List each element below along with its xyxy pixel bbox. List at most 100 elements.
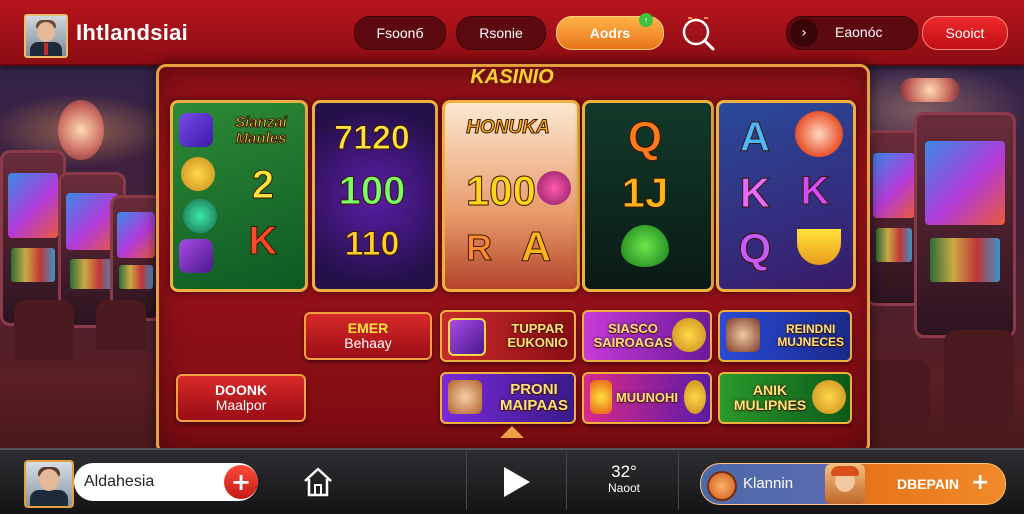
button-line: EMER xyxy=(347,319,389,336)
gem-icon xyxy=(179,113,213,147)
slot-game-card[interactable]: Q 1J xyxy=(582,100,714,292)
play-icon xyxy=(504,467,530,497)
user-avatar[interactable] xyxy=(24,460,74,508)
play-button[interactable] xyxy=(496,462,536,502)
slot-symbol: K xyxy=(800,169,830,214)
panel-title: KASINIO xyxy=(470,66,554,88)
slot-symbol: A xyxy=(520,223,552,271)
tile-text: MUUNOHI xyxy=(615,390,679,406)
star-icon xyxy=(590,380,612,414)
game-tile[interactable]: MUUNOHI xyxy=(582,372,712,424)
home-icon xyxy=(304,467,332,497)
coin-icon xyxy=(684,380,706,414)
slot-symbol: R xyxy=(466,227,493,269)
slot-symbol: 7120 xyxy=(334,119,411,158)
chevron-right-icon: › xyxy=(790,19,818,47)
coin-icon xyxy=(707,471,737,501)
gem-icon xyxy=(179,239,213,273)
coin-icon xyxy=(181,157,215,191)
nav-label: Fsoonб xyxy=(376,25,424,41)
character-avatar xyxy=(825,464,865,504)
game-tile[interactable]: ANIK MULIPNES xyxy=(718,372,852,424)
forward-button[interactable]: › Eaonóc xyxy=(786,16,918,50)
slot-game-card[interactable]: HONUKA 100 R A xyxy=(442,100,580,292)
forward-label: Eaonóc xyxy=(835,24,883,40)
coin-icon xyxy=(672,318,706,352)
slot-symbol: K xyxy=(248,219,278,264)
nav-button-1[interactable]: Fsoonб xyxy=(354,16,446,50)
deposit-label: DBEPAIN xyxy=(897,476,959,492)
leaf-icon xyxy=(621,225,669,267)
slot-symbol: 110 xyxy=(344,225,400,264)
panel-pointer xyxy=(500,426,524,438)
deposit-user: Klannin xyxy=(743,475,794,492)
plus-icon: + xyxy=(971,470,990,495)
slot-symbol: 1J xyxy=(621,169,669,217)
temperature-value: 32° xyxy=(611,462,637,481)
search-icon xyxy=(682,17,715,51)
character-icon xyxy=(726,318,760,352)
stool-decoration xyxy=(96,300,146,350)
divider xyxy=(678,452,679,510)
slot-game-card[interactable]: A K K Q xyxy=(716,100,856,292)
button-line: Maalpor xyxy=(215,397,267,413)
slot-symbol: Q xyxy=(738,225,772,273)
tile-text: ANIK MULIPNES xyxy=(733,382,807,413)
slot-machine-decoration xyxy=(914,112,1016,338)
tile-text: PRONI MAIPAAS xyxy=(499,381,568,414)
logo-avatar xyxy=(24,14,68,58)
temperature-display: 32° Naoot xyxy=(602,462,646,495)
slot-title: HONUKA xyxy=(466,117,550,139)
banana-icon xyxy=(797,229,841,265)
slot-symbol: 100 xyxy=(465,167,537,215)
game-tile[interactable]: SIASCO SAIROAGAS xyxy=(582,310,712,362)
star-icon xyxy=(537,171,571,205)
game-tile[interactable]: PRONI MAIPAAS xyxy=(440,372,576,424)
slot-symbol: K xyxy=(739,169,771,217)
slot-game-card[interactable]: 7120 100 110 xyxy=(312,100,438,292)
tile-text: TUPPAR EUKONIO xyxy=(507,321,568,350)
jester-icon xyxy=(795,111,843,157)
gem-icon xyxy=(448,318,486,356)
action-button-2[interactable]: DOONK Maalpor xyxy=(176,374,306,422)
bottom-bar: Aldahesia + 32° Naoot Klannin DBEPAIN + xyxy=(0,448,1024,514)
search-button[interactable] xyxy=(676,14,720,54)
slot-symbol: A xyxy=(739,113,771,161)
temperature-label: Naoot xyxy=(607,480,641,495)
nav-button-2[interactable]: Rsonie xyxy=(456,16,546,50)
brand-title: Ihtlandsiai xyxy=(76,20,189,45)
button-line: Behaay xyxy=(344,335,392,351)
lamp-decoration xyxy=(58,100,104,160)
username-text: Aldahesia xyxy=(84,473,155,490)
divider xyxy=(566,452,567,510)
plus-icon: + xyxy=(230,468,252,496)
nav-button-3[interactable]: Aodrs ↑ xyxy=(556,13,664,50)
slot-symbol: 100 xyxy=(338,169,406,214)
action-button-1[interactable]: EMER Behaay xyxy=(304,312,432,360)
stool-decoration xyxy=(14,300,74,360)
nav-label: Aodrs xyxy=(589,25,631,41)
notification-icon: ↑ xyxy=(639,13,653,27)
top-bar: Ihtlandsiai Fsoonб Rsonie Aodrs ↑ › Eaon… xyxy=(0,0,1024,66)
slot-symbol: 2 xyxy=(251,163,275,208)
nav-label: Rsonie xyxy=(479,25,523,41)
gem-icon xyxy=(183,199,217,233)
divider xyxy=(466,452,467,510)
tile-text: REINDNI MUJNECES xyxy=(777,322,844,349)
deposit-button[interactable]: Klannin DBEPAIN + xyxy=(700,463,1006,505)
coin-icon xyxy=(812,380,846,414)
game-tile[interactable]: REINDNI MUJNECES xyxy=(718,310,852,362)
slot-title: Sianzai Manles xyxy=(235,114,288,147)
slot-symbol: Q xyxy=(627,113,663,163)
tile-text: SIASCO SAIROAGAS xyxy=(593,321,673,350)
cta-button[interactable]: Sooict xyxy=(922,16,1008,50)
character-icon xyxy=(448,380,482,414)
home-button[interactable] xyxy=(300,464,336,500)
cta-label: Sooict xyxy=(945,25,985,41)
game-tile[interactable]: TUPPAR EUKONIO xyxy=(440,310,576,362)
slot-game-card[interactable]: Sianzai Manles 2 K xyxy=(170,100,308,292)
stool-decoration xyxy=(944,330,1014,430)
add-button[interactable]: + xyxy=(224,465,258,499)
stool-decoration xyxy=(866,360,930,430)
button-line: DOONK xyxy=(214,381,268,398)
